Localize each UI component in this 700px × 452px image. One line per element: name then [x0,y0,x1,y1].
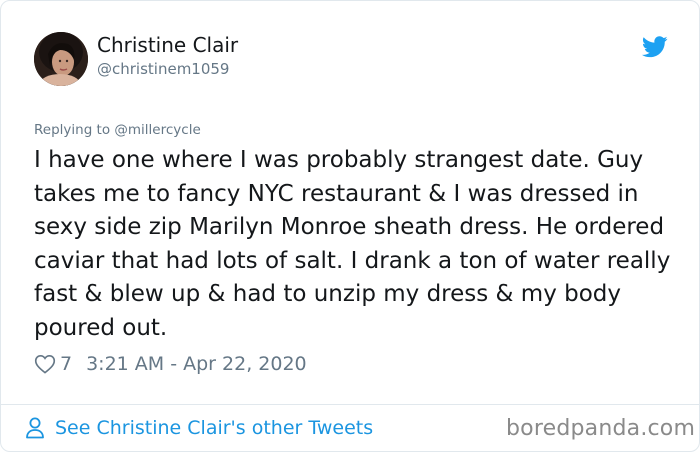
person-icon [26,417,44,439]
tweet-timestamp[interactable]: 3:21 AM - Apr 22, 2020 [86,353,307,375]
author-name[interactable]: Christine Clair [97,33,238,57]
like-count[interactable]: 7 [60,353,72,375]
twitter-bird-icon[interactable] [642,36,668,58]
avatar[interactable] [34,32,88,86]
heart-icon[interactable] [34,354,56,374]
replying-prefix: Replying to [34,122,111,138]
tweet-card: Christine Clair @christinem1059 Replying… [0,0,700,452]
tweet-text: I have one where I was probably stranges… [34,147,671,341]
tweet-meta: 7 3:21 AM - Apr 22, 2020 [34,351,307,377]
replying-to: Replying to @millercycle [34,122,201,138]
avatar-photo [34,32,88,86]
watermark: boredpanda.com [506,416,696,441]
author-handle[interactable]: @christinem1059 [97,60,229,78]
see-other-tweets-link[interactable]: See Christine Clair's other Tweets [25,414,373,442]
footer-divider [1,404,699,405]
see-other-tweets-label[interactable]: See Christine Clair's other Tweets [55,417,373,439]
reply-mention-link[interactable]: @millercycle [114,122,200,138]
